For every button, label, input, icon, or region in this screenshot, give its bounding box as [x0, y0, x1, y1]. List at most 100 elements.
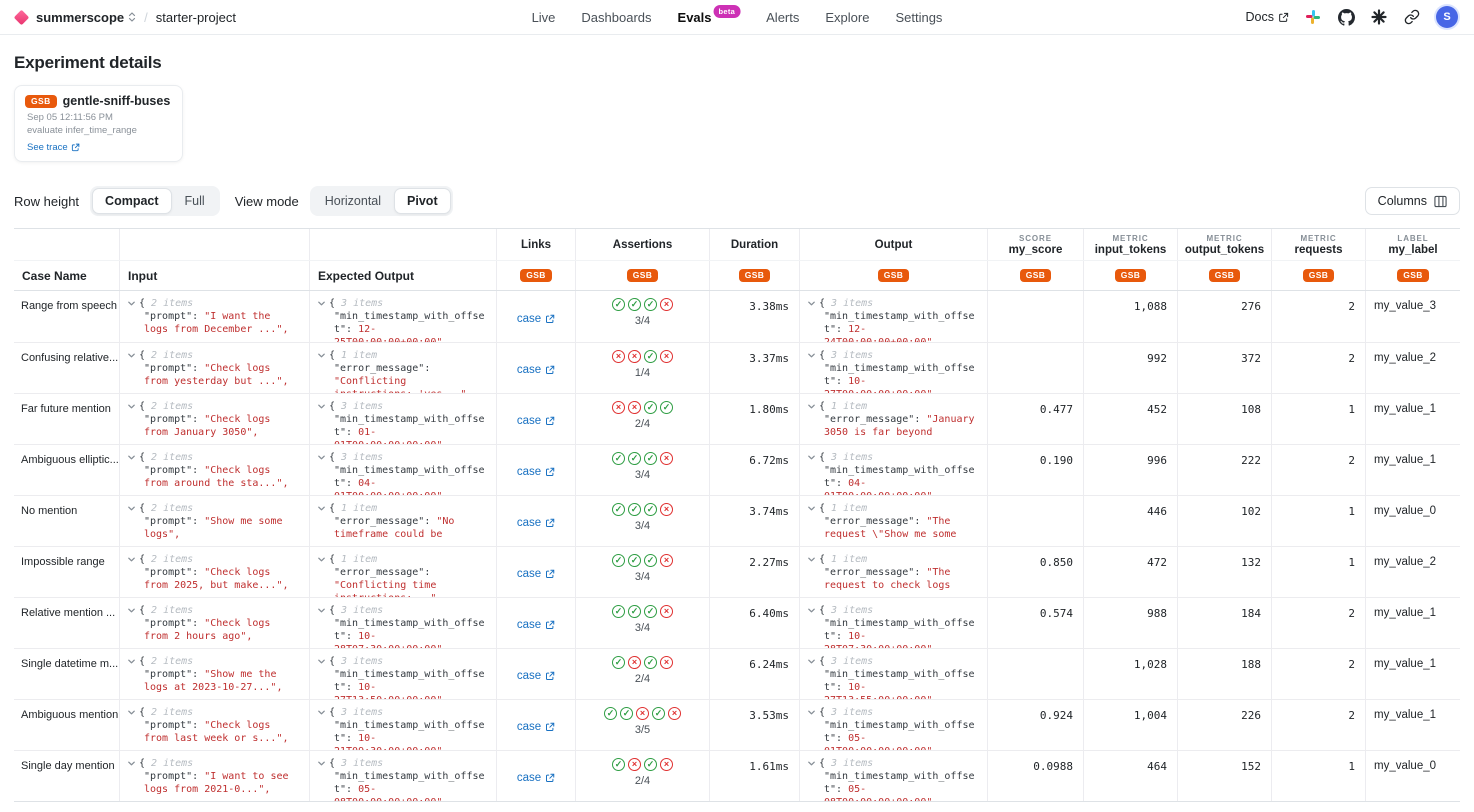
- row-height-full-button[interactable]: Full: [172, 188, 218, 214]
- assertion-icons: ✓✓✓×: [612, 298, 673, 311]
- nav-item-explore[interactable]: Explore: [825, 10, 869, 25]
- json-colon: :: [424, 567, 430, 578]
- expand-chevron-icon[interactable]: [807, 555, 816, 564]
- experiment-badge[interactable]: GSB: [627, 269, 659, 283]
- experiment-badge[interactable]: GSB: [739, 269, 771, 283]
- github-icon[interactable]: [1337, 8, 1355, 26]
- column-header-input[interactable]: Input: [120, 261, 310, 290]
- nav-item-label: Explore: [825, 10, 869, 25]
- columns-button[interactable]: Columns: [1365, 187, 1460, 215]
- link-icon[interactable]: [1403, 8, 1421, 26]
- experiment-badge[interactable]: GSB: [1397, 269, 1429, 283]
- breadcrumb-project[interactable]: starter-project: [156, 10, 236, 25]
- expand-chevron-icon[interactable]: [807, 504, 816, 513]
- nav-item-dashboards[interactable]: Dashboards: [581, 10, 651, 25]
- column-header-input_tokens[interactable]: METRICinput_tokens: [1084, 229, 1178, 260]
- json-key: "error_message": [824, 516, 914, 527]
- expand-chevron-icon[interactable]: [317, 657, 326, 666]
- experiment-badge[interactable]: GSB: [1209, 269, 1241, 283]
- view-mode-horizontal-button[interactable]: Horizontal: [312, 188, 394, 214]
- experiment-badge[interactable]: GSB: [520, 269, 552, 283]
- user-avatar[interactable]: S: [1436, 6, 1458, 28]
- experiment-badge[interactable]: GSB: [1020, 269, 1052, 283]
- expand-chevron-icon[interactable]: [317, 708, 326, 717]
- docs-link[interactable]: Docs: [1246, 10, 1289, 24]
- case-link[interactable]: case: [517, 302, 555, 335]
- column-header-my_label[interactable]: LABELmy_label: [1366, 229, 1460, 260]
- experiment-badge[interactable]: GSB: [1303, 269, 1335, 283]
- experiment-badge[interactable]: GSB: [878, 269, 910, 283]
- expand-chevron-icon[interactable]: [807, 299, 816, 308]
- case-link[interactable]: case: [517, 558, 555, 590]
- expand-chevron-icon[interactable]: [127, 657, 136, 666]
- experiment-badge[interactable]: GSB: [1115, 269, 1147, 283]
- case-link[interactable]: case: [517, 456, 555, 488]
- column-header-duration[interactable]: Duration: [710, 229, 800, 260]
- starburst-icon[interactable]: [1370, 8, 1388, 26]
- json-key: "prompt": [144, 414, 192, 425]
- column-header-links[interactable]: Links: [497, 229, 576, 260]
- expand-chevron-icon[interactable]: [317, 504, 326, 513]
- column-header-requests[interactable]: METRICrequests: [1272, 229, 1366, 260]
- case-link[interactable]: case: [517, 405, 555, 437]
- expand-chevron-icon[interactable]: [127, 351, 136, 360]
- expand-chevron-icon[interactable]: [127, 504, 136, 513]
- assertion-pass-icon: ✓: [628, 503, 641, 516]
- nav-item-alerts[interactable]: Alerts: [766, 10, 799, 25]
- nav-item-evals[interactable]: Evalsbeta: [678, 10, 741, 25]
- column-label: Assertions: [613, 239, 672, 251]
- expand-chevron-icon[interactable]: [807, 351, 816, 360]
- experiment-name: gentle-sniff-buses: [63, 94, 171, 109]
- expand-chevron-icon[interactable]: [317, 606, 326, 615]
- row-height-compact-button[interactable]: Compact: [92, 188, 171, 214]
- expand-chevron-icon[interactable]: [127, 299, 136, 308]
- json-body: "prompt": "Check logs from 2025, but mak…: [144, 566, 299, 592]
- expand-chevron-icon[interactable]: [317, 453, 326, 462]
- expand-chevron-icon[interactable]: [807, 657, 816, 666]
- expand-chevron-icon[interactable]: [317, 759, 326, 768]
- see-trace-link[interactable]: See trace: [27, 142, 80, 153]
- expand-chevron-icon[interactable]: [807, 402, 816, 411]
- workspace-switcher[interactable]: summerscope: [36, 10, 136, 25]
- expand-chevron-icon[interactable]: [127, 555, 136, 564]
- case-link[interactable]: case: [517, 711, 555, 743]
- assertion-pass-icon: ✓: [644, 605, 657, 618]
- expand-chevron-icon[interactable]: [317, 555, 326, 564]
- column-header-output_tokens[interactable]: METRICoutput_tokens: [1178, 229, 1272, 260]
- expand-chevron-icon[interactable]: [317, 402, 326, 411]
- nav-item-settings[interactable]: Settings: [895, 10, 942, 25]
- output-tokens-cell: 108: [1178, 394, 1272, 444]
- case-link[interactable]: case: [517, 507, 555, 539]
- expand-chevron-icon[interactable]: [317, 351, 326, 360]
- expand-chevron-icon[interactable]: [127, 708, 136, 717]
- column-header-expected-output[interactable]: Expected Output: [310, 261, 497, 290]
- assertion-fail-icon: ×: [660, 350, 673, 363]
- column-header-my_score[interactable]: SCOREmy_score: [988, 229, 1084, 260]
- expand-chevron-icon[interactable]: [127, 453, 136, 462]
- expand-chevron-icon[interactable]: [127, 759, 136, 768]
- case-link[interactable]: case: [517, 354, 555, 386]
- expand-chevron-icon[interactable]: [807, 453, 816, 462]
- expand-chevron-icon[interactable]: [127, 402, 136, 411]
- assertion-fail-icon: ×: [628, 758, 641, 771]
- case-link[interactable]: case: [517, 660, 555, 692]
- json-colon: :: [424, 516, 436, 527]
- expand-chevron-icon[interactable]: [127, 606, 136, 615]
- assertion-pass-icon: ✓: [612, 298, 625, 311]
- case-link[interactable]: case: [517, 609, 555, 641]
- case-link[interactable]: case: [517, 762, 555, 794]
- slack-icon[interactable]: [1304, 8, 1322, 26]
- expand-chevron-icon[interactable]: [807, 606, 816, 615]
- json-open-brace: {: [139, 297, 145, 310]
- column-label: requests: [1295, 244, 1343, 256]
- view-mode-pivot-button[interactable]: Pivot: [394, 188, 451, 214]
- column-header-case-name[interactable]: Case Name: [14, 261, 120, 290]
- column-header-output[interactable]: Output: [800, 229, 988, 260]
- expand-chevron-icon[interactable]: [317, 299, 326, 308]
- duration-cell: 3.38ms: [710, 291, 800, 342]
- column-header-assertions[interactable]: Assertions: [576, 229, 710, 260]
- nav-item-live[interactable]: Live: [532, 10, 556, 25]
- duration-cell: 6.72ms: [710, 445, 800, 495]
- expand-chevron-icon[interactable]: [807, 759, 816, 768]
- expand-chevron-icon[interactable]: [807, 708, 816, 717]
